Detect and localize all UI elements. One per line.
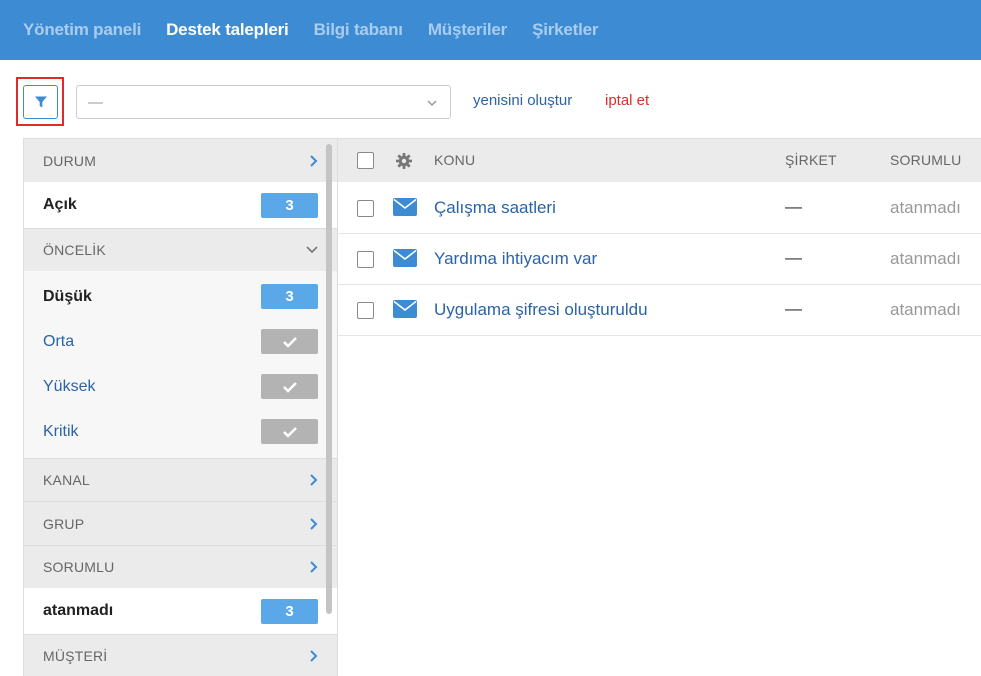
chevron-right-icon <box>310 474 318 486</box>
section-header-label: DURUM <box>43 152 97 169</box>
row-checkbox[interactable] <box>357 200 374 217</box>
count-badge: 3 <box>261 284 318 309</box>
column-header-subject[interactable]: KONU <box>434 152 475 168</box>
envelope-icon <box>393 198 417 216</box>
chevron-right-icon <box>310 561 318 573</box>
table-row[interactable]: Yardıma ihtiyacım var — atanmadı <box>338 234 981 285</box>
check-icon <box>282 336 297 348</box>
filter-sidebar: DURUM Açık 3 ÖNCELİK Düşük 3 Orta Yüksek… <box>23 138 338 676</box>
ticket-subject-link[interactable]: Yardıma ihtiyacım var <box>434 249 597 269</box>
nav-companies[interactable]: Şirketler <box>532 20 598 40</box>
section-header-label: SORUMLU <box>43 559 115 575</box>
chevron-down-icon <box>427 100 437 107</box>
section-header-channel[interactable]: KANAL <box>24 458 337 501</box>
column-header-assignee[interactable]: SORUMLU <box>890 152 961 168</box>
filter-item-open[interactable]: Açık 3 <box>24 182 337 228</box>
envelope-icon <box>393 249 417 267</box>
sidebar-scrollbar[interactable] <box>326 144 332 614</box>
filter-item-label: Açık <box>43 196 77 213</box>
ticket-assignee: atanmadı <box>890 300 961 319</box>
ticket-company: — <box>785 248 802 267</box>
filter-item-low[interactable]: Düşük 3 <box>24 274 337 319</box>
filter-item-label: Düşük <box>43 287 92 305</box>
chevron-right-icon <box>310 650 318 662</box>
nav-customers[interactable]: Müşteriler <box>428 20 507 40</box>
ticket-assignee: atanmadı <box>890 198 961 217</box>
gear-icon[interactable] <box>395 152 413 170</box>
row-checkbox[interactable] <box>357 302 374 319</box>
section-header-group[interactable]: GRUP <box>24 501 337 545</box>
checkmark-badge[interactable] <box>261 419 318 444</box>
section-header-status[interactable]: DURUM <box>24 139 337 182</box>
cancel-link[interactable]: iptal et <box>605 92 649 109</box>
ticket-subject-link[interactable]: Uygulama şifresi oluşturuldu <box>434 300 648 320</box>
ticket-company: — <box>785 299 802 318</box>
saved-filter-select[interactable]: — <box>76 85 451 119</box>
filter-item-unassigned[interactable]: atanmadı 3 <box>24 588 337 634</box>
section-header-customer[interactable]: MÜŞTERİ <box>24 634 337 676</box>
ticket-company: — <box>785 197 802 216</box>
section-header-label: KANAL <box>43 472 90 488</box>
select-all-checkbox[interactable] <box>357 152 374 169</box>
filter-item-medium[interactable]: Orta <box>24 319 337 364</box>
section-header-assignee[interactable]: SORUMLU <box>24 545 337 588</box>
filter-item-label: Yüksek <box>43 377 96 395</box>
ticket-table-header: KONU ŞİRKET SORUMLU <box>338 138 981 182</box>
saved-filter-value: — <box>88 93 103 111</box>
filter-item-label: Kritik <box>43 422 79 440</box>
count-badge: 3 <box>261 599 318 624</box>
ticket-assignee: atanmadı <box>890 249 961 268</box>
check-icon <box>282 381 297 393</box>
filter-item-critical[interactable]: Kritik <box>24 409 337 454</box>
chevron-right-icon <box>310 517 318 530</box>
nav-knowledge-base[interactable]: Bilgi tabanı <box>314 20 403 40</box>
filter-item-high[interactable]: Yüksek <box>24 364 337 409</box>
nav-support-tickets[interactable]: Destek talepleri <box>166 20 289 40</box>
checkmark-badge[interactable] <box>261 374 318 399</box>
table-row[interactable]: Uygulama şifresi oluşturuldu — atanmadı <box>338 285 981 336</box>
chevron-right-icon <box>310 154 318 167</box>
count-badge: 3 <box>261 193 318 218</box>
filter-item-label: atanmadı <box>43 602 114 619</box>
create-new-link[interactable]: yenisini oluştur <box>473 92 572 109</box>
column-header-company[interactable]: ŞİRKET <box>785 152 837 168</box>
filter-icon <box>34 96 47 108</box>
section-header-label: GRUP <box>43 515 85 532</box>
envelope-icon <box>393 300 417 318</box>
top-navigation: Yönetim paneli Destek talepleri Bilgi ta… <box>0 0 981 60</box>
row-checkbox[interactable] <box>357 251 374 268</box>
filter-button[interactable] <box>23 85 58 119</box>
section-header-label: MÜŞTERİ <box>43 648 108 664</box>
section-header-priority[interactable]: ÖNCELİK <box>24 228 337 271</box>
chevron-down-icon <box>306 246 318 254</box>
ticket-subject-link[interactable]: Çalışma saatleri <box>434 198 556 218</box>
check-icon <box>282 426 297 438</box>
section-header-label: ÖNCELİK <box>43 242 106 258</box>
table-row[interactable]: Çalışma saatleri — atanmadı <box>338 183 981 234</box>
nav-dashboard[interactable]: Yönetim paneli <box>23 20 141 40</box>
checkmark-badge[interactable] <box>261 329 318 354</box>
filter-item-label: Orta <box>43 332 75 350</box>
